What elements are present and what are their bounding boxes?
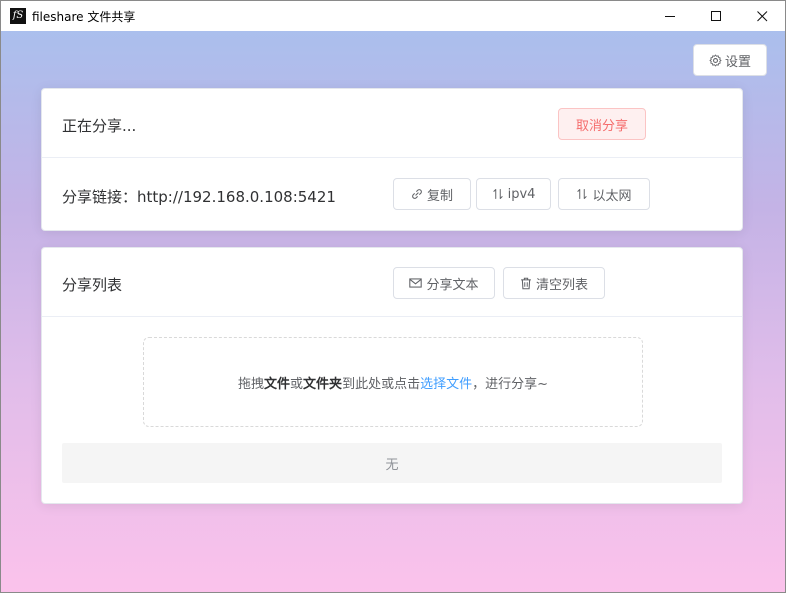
empty-list-placeholder: 无 [62, 443, 722, 483]
file-drop-zone[interactable]: 拖拽文件或文件夹到此处或点击选择文件，进行分享~ [143, 337, 643, 427]
trash-icon [521, 277, 531, 289]
maximize-icon [710, 10, 721, 21]
maximize-button[interactable] [693, 1, 739, 31]
sort-arrows-icon [492, 189, 503, 199]
clear-list-label: 清空列表 [535, 277, 588, 293]
copy-label: 复制 [426, 188, 453, 204]
settings-button[interactable]: 设置 [693, 44, 767, 76]
share-list-title: 分享列表 [62, 276, 123, 294]
drop-hint: 拖拽文件或文件夹到此处或点击选择文件，进行分享~ [238, 376, 548, 392]
share-status-card: 正在分享... 取消分享 分享链接：http://192.168.0.108:5… [41, 88, 743, 231]
ipv4-button[interactable]: ipv4 [476, 178, 551, 210]
close-button[interactable] [739, 1, 785, 31]
window-controls [647, 1, 785, 31]
cancel-share-button[interactable]: 取消分享 [558, 108, 646, 140]
divider [42, 157, 742, 158]
title-bar[interactable]: fS fileshare 文件共享 [1, 1, 785, 31]
mail-icon [409, 278, 423, 288]
cancel-share-label: 取消分享 [575, 118, 628, 134]
empty-text: 无 [385, 457, 399, 473]
network-interface-button[interactable]: 以太网 [558, 178, 650, 210]
copy-link-button[interactable]: 复制 [393, 178, 471, 210]
ipv4-label: ipv4 [507, 186, 536, 202]
share-list-card: 分享列表 分享文本 清空列表 拖拽文件或文件夹到此处或点击选择文件，进行分享~ … [41, 247, 743, 504]
share-text-label: 分享文本 [426, 277, 479, 293]
share-link-value[interactable]: http://192.168.0.108:5421 [137, 188, 336, 206]
network-label: 以太网 [592, 188, 632, 204]
clear-list-button[interactable]: 清空列表 [503, 267, 605, 299]
share-status-text: 正在分享... [62, 117, 137, 135]
app-window: fS fileshare 文件共享 设置 正在分享... 取消分享 分享链接：h… [0, 0, 786, 593]
select-file-link[interactable]: 选择文件 [420, 377, 472, 392]
share-text-button[interactable]: 分享文本 [393, 267, 495, 299]
share-link-row: 分享链接：http://192.168.0.108:5421 [62, 186, 336, 207]
window-title: fileshare 文件共享 [32, 9, 136, 24]
sort-arrows-icon [577, 189, 588, 199]
app-logo-icon: fS [10, 8, 26, 24]
settings-label: 设置 [724, 54, 751, 70]
divider [42, 316, 742, 317]
share-link-label: 分享链接： [62, 188, 138, 206]
gear-icon [709, 54, 722, 66]
link-icon [412, 189, 422, 199]
close-icon [756, 10, 767, 21]
minimize-icon [664, 15, 675, 17]
minimize-button[interactable] [647, 1, 693, 31]
